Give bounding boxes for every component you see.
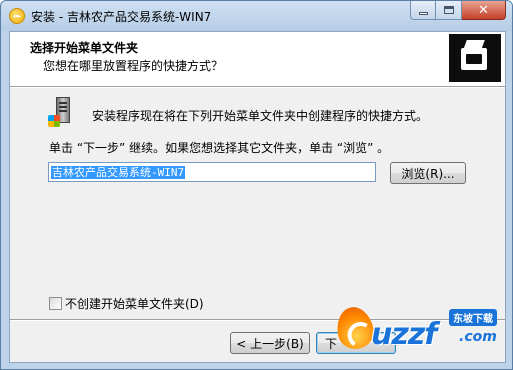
maximize-button[interactable] — [436, 1, 462, 20]
browse-button[interactable]: 浏览(R)... — [390, 162, 466, 184]
watermark-badge: 东坡下载 — [449, 309, 497, 326]
no-start-menu-option[interactable]: 不创建开始菜单文件夹(D) — [49, 295, 204, 312]
folder-input-value: 吉林农产品交易系统-WIN7 — [51, 166, 186, 179]
title-bar[interactable]: 安装 - 吉林农产品交易系统-WIN7 ✕ — [1, 1, 512, 31]
window-title: 安装 - 吉林农产品交易系统-WIN7 — [31, 10, 212, 24]
instruction-text: 单击 “下一步” 继续。如果您想选择其它文件夹，单击 “浏览” 。 — [49, 141, 390, 155]
close-icon: ✕ — [478, 2, 489, 18]
app-logo-icon — [9, 8, 25, 24]
page-title: 选择开始菜单文件夹 — [30, 41, 139, 55]
start-menu-folder-input[interactable]: 吉林农产品交易系统-WIN7 — [48, 162, 376, 182]
header-divider — [10, 86, 505, 88]
wizard-header: 选择开始菜单文件夹 您想在哪里放置程序的快捷方式？ — [10, 32, 505, 86]
program-folder-icon — [48, 97, 78, 129]
watermark-brand: uzzf — [371, 317, 437, 352]
no-start-menu-label[interactable]: 不创建开始菜单文件夹(D) — [65, 295, 204, 312]
page-subtitle: 您想在哪里放置程序的快捷方式？ — [43, 59, 224, 73]
maximize-icon — [443, 6, 454, 14]
watermark-logo: uzzf 东坡下载 .com — [331, 297, 511, 361]
description-text: 安装程序现在将在下列开始菜单文件夹中创建程序的快捷方式。 — [92, 109, 429, 123]
minimize-button[interactable] — [410, 1, 436, 20]
window-controls: ✕ — [410, 1, 506, 21]
watermark-suffix: .com — [459, 329, 497, 345]
no-start-menu-checkbox[interactable] — [49, 297, 62, 310]
minimize-icon — [418, 11, 428, 15]
back-button[interactable]: < 上一步(B) — [230, 332, 310, 354]
close-button[interactable]: ✕ — [462, 1, 506, 20]
installer-box-icon — [449, 34, 501, 82]
installer-window: 安装 - 吉林农产品交易系统-WIN7 ✕ 选择开始菜单文件夹 您想在哪里放置程… — [0, 0, 513, 370]
